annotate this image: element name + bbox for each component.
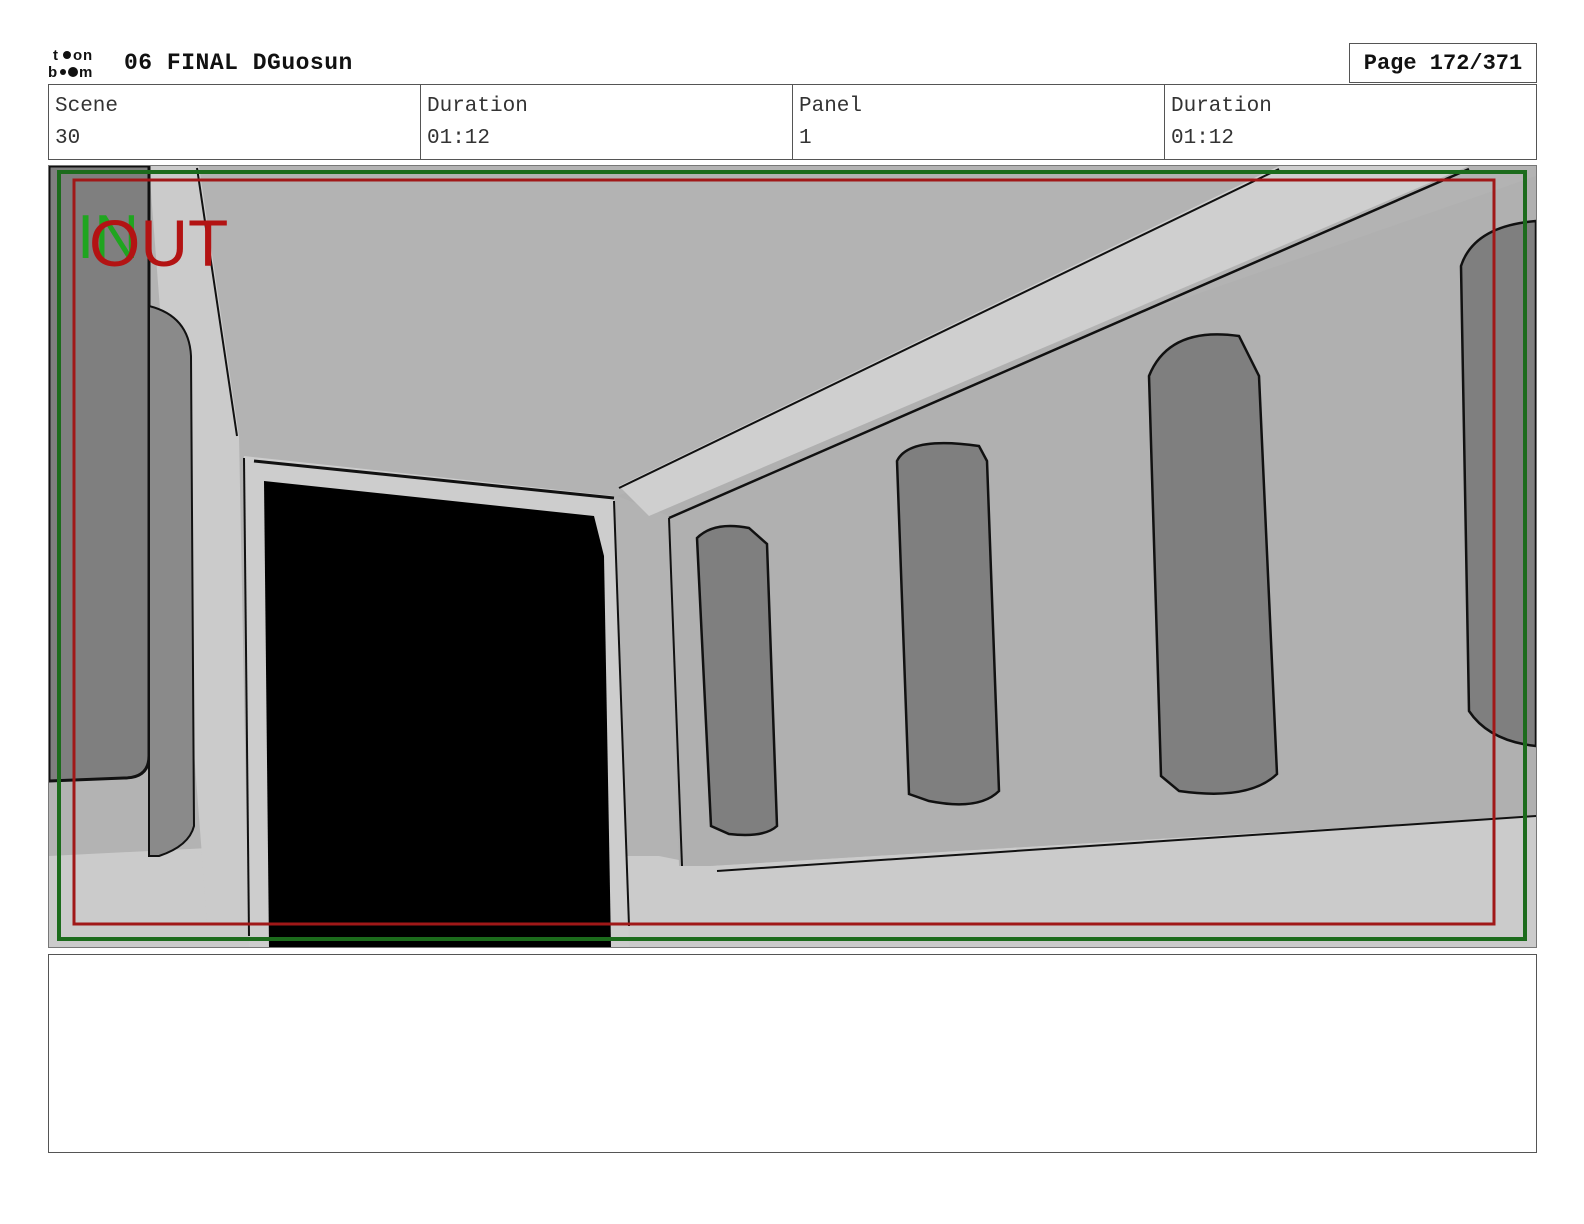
window-2 xyxy=(895,441,1001,806)
panel-cell: Panel 1 xyxy=(793,85,1165,159)
out-marker: OUT xyxy=(89,206,228,280)
svg-text:n: n xyxy=(83,47,92,64)
scene-label: Scene xyxy=(55,95,119,118)
page-indicator: Page 172/371 xyxy=(1349,43,1537,83)
svg-text:t: t xyxy=(53,47,58,64)
panel-artwork: IN OUT xyxy=(49,166,1536,947)
scene-info-row: Scene 30 Duration 01:12 Panel 1 Duration… xyxy=(48,84,1537,160)
svg-text:m: m xyxy=(79,64,92,80)
document-title: 06 FINAL DGuosun xyxy=(124,50,353,76)
panel-duration-value: 01:12 xyxy=(1171,127,1235,150)
window-1 xyxy=(695,524,779,837)
panel-duration-cell: Duration 01:12 xyxy=(1165,85,1536,159)
panel-label: Panel xyxy=(799,95,863,118)
svg-text:o: o xyxy=(73,47,82,64)
scene-duration-label: Duration xyxy=(427,95,528,118)
doorway xyxy=(264,481,611,947)
storyboard-panel: IN OUT xyxy=(48,165,1537,948)
scene-duration-value: 01:12 xyxy=(427,127,491,150)
panel-duration-label: Duration xyxy=(1171,95,1272,118)
window-3 xyxy=(1147,333,1279,795)
panel-value: 1 xyxy=(799,127,812,150)
panel-notes-box xyxy=(48,954,1537,1153)
toon-boom-logo: t o n b m xyxy=(48,46,108,81)
scene-value: 30 xyxy=(55,127,81,150)
scene-cell: Scene 30 xyxy=(49,85,421,159)
scene-duration-cell: Duration 01:12 xyxy=(421,85,793,159)
svg-text:b: b xyxy=(48,64,57,80)
